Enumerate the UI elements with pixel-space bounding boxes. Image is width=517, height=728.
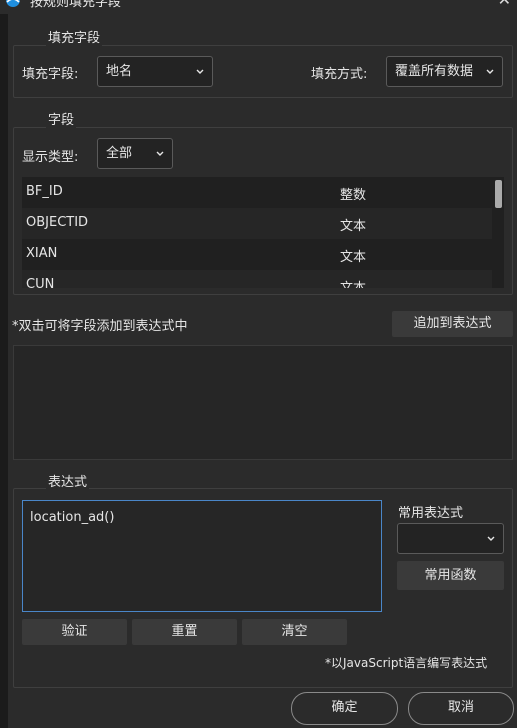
chevron-down-icon — [486, 69, 494, 74]
app-logo-icon — [6, 0, 20, 7]
table-row[interactable]: BF_ID 整数 — [22, 177, 492, 208]
close-icon[interactable]: ✕ — [498, 0, 511, 9]
chevron-down-icon — [487, 536, 495, 541]
fill-field-label: 填充字段: — [22, 67, 79, 82]
common-expression-select[interactable] — [397, 523, 504, 554]
fill-field-select[interactable]: 地名 — [97, 56, 213, 87]
clear-button[interactable]: 清空 — [242, 619, 347, 645]
common-functions-button[interactable]: 常用函数 — [397, 561, 504, 590]
field-type-cell: 文本 — [340, 277, 366, 288]
ok-button[interactable]: 确定 — [291, 692, 398, 725]
display-type-select[interactable]: 全部 — [97, 138, 173, 169]
expression-input[interactable]: location_ad() — [22, 500, 382, 612]
fill-mode-select[interactable]: 覆盖所有数据 — [386, 56, 503, 87]
javascript-note: *以JavaScript语言编写表达式 — [325, 656, 488, 670]
field-name-cell: CUN — [26, 277, 55, 288]
verify-button[interactable]: 验证 — [22, 619, 127, 645]
cancel-button[interactable]: 取消 — [408, 692, 514, 725]
append-to-expression-button[interactable]: 追加到表达式 — [392, 311, 513, 337]
field-type-cell: 文本 — [340, 250, 367, 265]
table-row[interactable]: OBJECTID 文本 — [22, 208, 492, 239]
fill-mode-value: 覆盖所有数据 — [395, 64, 474, 79]
double-click-hint: *双击可将字段添加到表达式中 — [12, 319, 188, 334]
display-type-value: 全部 — [106, 146, 133, 161]
chevron-down-icon — [156, 151, 164, 156]
table-scrollbar-thumb[interactable] — [495, 180, 502, 208]
background-window-strip — [0, 14, 8, 728]
field-name-cell: BF_ID — [26, 184, 63, 199]
chevron-down-icon — [196, 69, 204, 74]
table-row[interactable]: CUN 文本 — [22, 270, 492, 288]
field-name-cell: XIAN — [26, 246, 58, 261]
display-type-label: 显示类型: — [22, 150, 79, 165]
common-expression-label: 常用表达式 — [398, 506, 464, 521]
field-table[interactable]: BF_ID 整数 OBJECTID 文本 XIAN 文本 CUN 文本 — [22, 177, 504, 288]
expression-legend: 表达式 — [46, 471, 90, 490]
field-name-cell: OBJECTID — [26, 215, 89, 230]
reset-button[interactable]: 重置 — [132, 619, 237, 645]
field-preview-panel — [13, 345, 513, 460]
field-type-cell: 整数 — [340, 188, 367, 203]
window-title: 按规则填充字段 — [30, 0, 122, 10]
fields-legend: 字段 — [46, 109, 77, 128]
field-type-cell: 文本 — [340, 219, 367, 234]
table-row[interactable]: XIAN 文本 — [22, 239, 492, 270]
fill-field-legend: 填充字段 — [46, 27, 103, 46]
fill-field-value: 地名 — [106, 64, 133, 79]
fill-mode-label: 填充方式: — [311, 67, 368, 82]
title-bar: 按规则填充字段 ✕ — [0, 0, 517, 12]
